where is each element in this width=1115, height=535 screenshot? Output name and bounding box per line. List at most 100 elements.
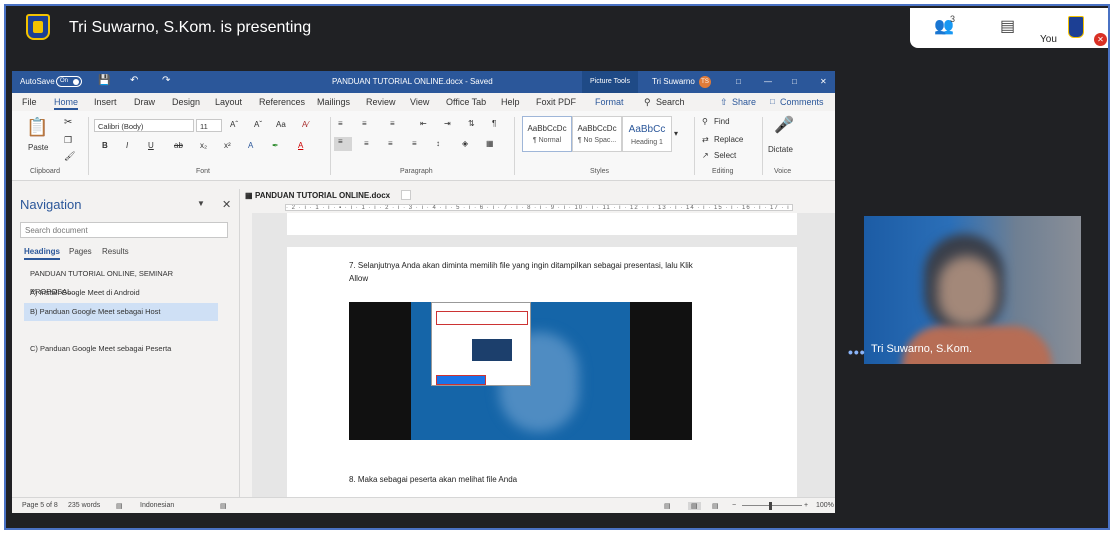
horizontal-ruler: · 2 · ı · 1 · ı · ▪ · ı · 1 · ı · 2 · ı … (241, 202, 835, 213)
italic-icon[interactable]: I (126, 141, 128, 150)
sort-icon[interactable]: ⇅ (468, 119, 475, 128)
font-size-select[interactable]: 11 (196, 119, 222, 132)
chat-icon[interactable]: ▤ (1000, 16, 1015, 36)
decrease-indent-icon[interactable]: ⇤ (420, 119, 427, 128)
tab-home[interactable]: Home (54, 97, 79, 110)
tab-insert[interactable]: Insert (94, 97, 117, 107)
increase-indent-icon[interactable]: ⇥ (444, 119, 451, 128)
proofing-icon[interactable]: ▤ (116, 502, 123, 510)
save-icon[interactable]: 💾 (98, 75, 110, 86)
comments-button[interactable]: Comments (780, 97, 824, 107)
shrink-font-icon[interactable]: Aˇ (254, 120, 262, 129)
share-button[interactable]: Share (732, 97, 756, 107)
web-layout-icon[interactable]: ▤ (712, 502, 719, 510)
mic-off-icon: ✕ (1094, 33, 1107, 46)
cut-icon[interactable]: ✂ (64, 117, 72, 128)
paste-button[interactable]: Paste (28, 143, 48, 152)
style-heading-1[interactable]: AaBbCc Heading 1 (622, 116, 672, 152)
replace-button[interactable]: Replace (714, 135, 743, 144)
superscript-icon[interactable]: x² (224, 141, 231, 150)
zoom-in-icon[interactable]: + (804, 502, 808, 509)
undo-icon[interactable]: ↶ (130, 75, 138, 86)
align-left-icon[interactable]: ≡ (334, 137, 352, 151)
accessibility-icon[interactable]: ▤ (220, 502, 227, 510)
change-case-icon[interactable]: Aa (276, 120, 286, 129)
page-count[interactable]: Page 5 of 8 (22, 502, 58, 509)
style-no-spacing[interactable]: AaBbCcDc ¶ No Spac... (572, 116, 622, 152)
nav-tab-headings[interactable]: Headings (24, 247, 61, 260)
tab-layout[interactable]: Layout (215, 97, 242, 107)
line-spacing-icon[interactable]: ↕ (436, 139, 440, 148)
font-color-icon[interactable]: A (298, 141, 303, 150)
nav-heading-item[interactable]: PANDUAN TUTORIAL ONLINE, SEMINAR PROPOSA… (24, 265, 218, 296)
tab-design[interactable]: Design (172, 97, 200, 107)
nav-heading-item-selected[interactable]: B) Panduan Google Meet sebagai Host (24, 303, 218, 321)
bullets-icon[interactable]: ≡ (338, 119, 343, 128)
zoom-slider-thumb[interactable] (769, 502, 772, 510)
styles-more-icon[interactable]: ▾ (674, 129, 678, 138)
font-name-select[interactable]: Calibri (Body) (94, 119, 194, 132)
tab-references[interactable]: References (259, 97, 305, 107)
numbering-icon[interactable]: ≡ (362, 119, 367, 128)
ribbon-options-icon[interactable]: □ (736, 77, 741, 86)
screenshot-image[interactable] (349, 302, 692, 458)
select-button[interactable]: Select (714, 151, 736, 160)
read-mode-icon[interactable]: ▤ (664, 502, 671, 510)
copy-icon[interactable]: ❐ (64, 135, 72, 146)
tab-mailings[interactable]: Mailings (317, 97, 350, 107)
nav-heading-item[interactable]: C) Panduan Google Meet sebagai Peserta (24, 340, 218, 358)
user-avatar[interactable]: TS (699, 76, 711, 88)
tab-office-tab[interactable]: Office Tab (446, 97, 486, 107)
style-normal[interactable]: AaBbCcDc ¶ Normal (522, 116, 572, 152)
nav-tab-results[interactable]: Results (102, 247, 129, 256)
find-button[interactable]: Find (714, 117, 730, 126)
zoom-level[interactable]: 100% (816, 502, 834, 509)
show-marks-icon[interactable]: ¶ (492, 119, 496, 128)
print-layout-icon[interactable]: ▤ (688, 502, 701, 510)
participant-video-tile[interactable] (864, 216, 1081, 364)
tab-help[interactable]: Help (501, 97, 520, 107)
redo-icon[interactable]: ↷ (162, 75, 170, 86)
minimize-icon[interactable]: — (764, 77, 772, 86)
autosave-toggle[interactable]: On (56, 76, 82, 87)
document-tab[interactable]: ▦ PANDUAN TUTORIAL ONLINE.docx (241, 189, 835, 202)
underline-icon[interactable]: U (148, 141, 154, 150)
maximize-icon[interactable]: □ (792, 77, 797, 86)
strikethrough-icon[interactable]: ab (174, 141, 183, 150)
microphone-icon[interactable]: 🎤 (774, 115, 794, 135)
format-painter-icon[interactable]: 🖌 (64, 151, 75, 162)
tab-review[interactable]: Review (366, 97, 396, 107)
new-tab-button[interactable] (401, 190, 411, 200)
close-icon[interactable]: ✕ (222, 198, 231, 211)
zoom-slider[interactable] (742, 505, 802, 506)
chevron-down-icon[interactable]: ▼ (197, 199, 205, 208)
close-icon[interactable]: ✕ (820, 77, 827, 86)
text-effects-icon[interactable]: A (248, 141, 253, 150)
tab-format[interactable]: Format (595, 97, 624, 107)
multilevel-icon[interactable]: ≡ (390, 119, 395, 128)
nav-heading-item[interactable]: A) Install Google Meet di Android (24, 284, 218, 302)
tab-draw[interactable]: Draw (134, 97, 155, 107)
highlight-icon[interactable]: ✒ (272, 141, 279, 150)
paste-icon[interactable]: 📋 (26, 117, 48, 138)
subscript-icon[interactable]: x₂ (200, 141, 207, 150)
shading-icon[interactable]: ◈ (462, 139, 468, 148)
nav-tab-pages[interactable]: Pages (69, 247, 92, 256)
zoom-out-icon[interactable]: − (732, 502, 736, 509)
more-options-icon[interactable]: ••• (848, 344, 866, 360)
grow-font-icon[interactable]: Aˆ (230, 120, 238, 129)
align-center-icon[interactable]: ≡ (364, 139, 369, 148)
tab-foxit-pdf[interactable]: Foxit PDF (536, 97, 576, 107)
align-right-icon[interactable]: ≡ (388, 139, 393, 148)
clear-format-icon[interactable]: A⁄ (302, 120, 309, 129)
dictate-button[interactable]: Dictate (768, 145, 793, 154)
search-document-input[interactable]: Search document (20, 222, 228, 238)
ribbon-search[interactable]: Search (656, 97, 685, 107)
tab-view[interactable]: View (410, 97, 429, 107)
justify-icon[interactable]: ≡ (412, 139, 417, 148)
language[interactable]: Indonesian (140, 502, 174, 509)
bold-icon[interactable]: B (102, 141, 108, 150)
borders-icon[interactable]: ▦ (486, 139, 494, 148)
tab-file[interactable]: File (22, 97, 37, 107)
word-count[interactable]: 235 words (68, 502, 100, 509)
